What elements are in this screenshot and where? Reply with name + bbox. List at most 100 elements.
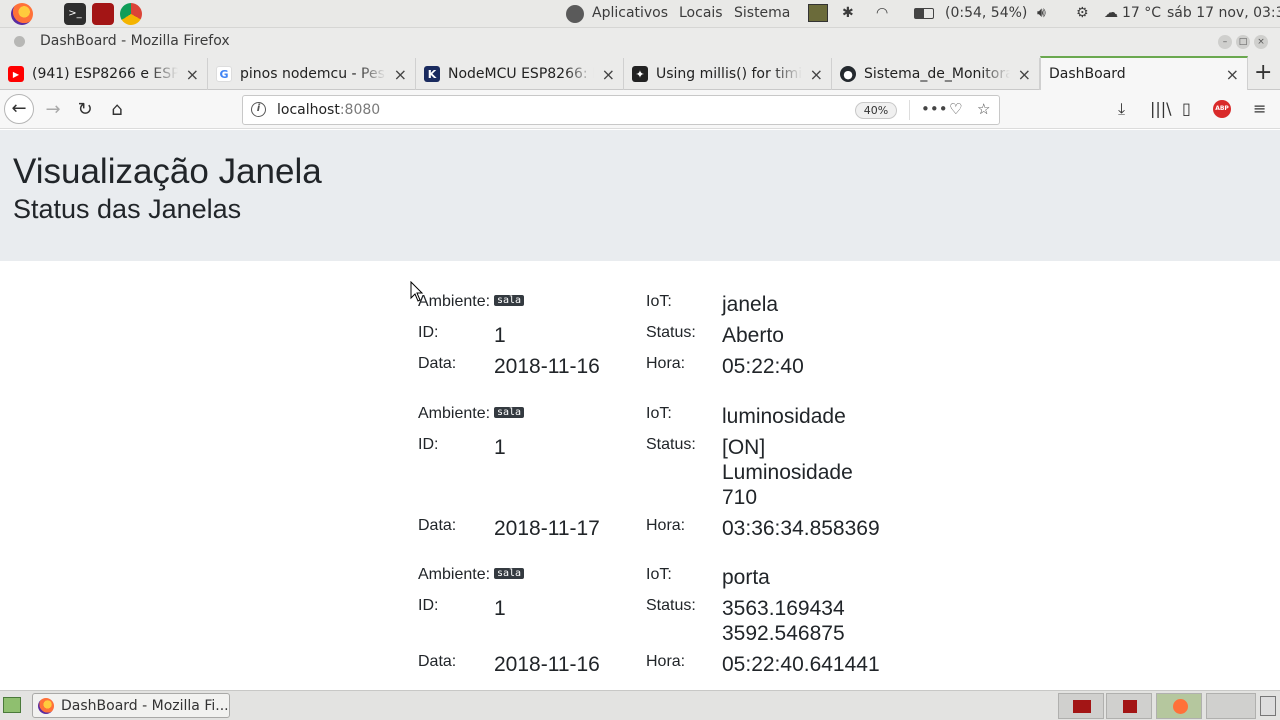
ambiente-badge: sala <box>494 295 525 306</box>
pocket-icon[interactable]: ♡ <box>949 100 962 118</box>
page-actions-icon[interactable]: ••• <box>921 100 948 118</box>
hora-label: Hora: <box>646 517 686 534</box>
chrome-launcher-icon[interactable] <box>120 3 142 25</box>
sidebar-icon[interactable]: ▯ <box>1182 99 1191 118</box>
workspace-4[interactable] <box>1206 693 1256 719</box>
menu-sistema[interactable]: Sistema <box>734 5 790 21</box>
ambiente-badge: sala <box>494 407 525 418</box>
close-tab-icon[interactable]: × <box>810 65 823 84</box>
terminal-launcher-icon[interactable]: >_ <box>64 3 86 25</box>
site-info-icon[interactable]: i <box>251 102 266 117</box>
puzzle-icon: ✦ <box>632 66 648 82</box>
ubuntu-logo-icon <box>566 5 584 23</box>
zoom-level-button[interactable]: 40% <box>855 102 897 119</box>
data-label: Data: <box>418 517 457 534</box>
menu-aplicativos[interactable]: Aplicativos <box>592 5 668 21</box>
window-title: DashBoard - Mozilla Firefox <box>40 33 230 49</box>
adblock-plus-icon[interactable]: ABP <box>1213 100 1231 118</box>
close-tab-icon[interactable]: × <box>602 65 615 84</box>
app-launcher-icon[interactable] <box>92 3 114 25</box>
workspace-app-icon <box>1123 700 1137 713</box>
taskbar-window-label: DashBoard - Mozilla Fi... <box>61 697 229 714</box>
bookmark-star-icon[interactable]: ☆ <box>977 100 990 118</box>
workspace-2[interactable] <box>1106 693 1152 719</box>
close-tab-icon[interactable]: × <box>1018 65 1031 84</box>
data-label: Data: <box>418 355 457 372</box>
workspace-app-icon <box>1073 700 1091 713</box>
menu-locais[interactable]: Locais <box>679 5 723 21</box>
reload-icon[interactable]: ↻ <box>71 96 99 124</box>
forward-icon[interactable]: → <box>39 96 67 124</box>
clock[interactable]: sáb 17 nov, 03:36 <box>1167 5 1280 21</box>
data-value: 2018-11-17 <box>494 517 600 540</box>
status-value-line: Luminosidade <box>722 461 853 484</box>
back-icon[interactable]: ← <box>4 94 34 124</box>
status-value-line: 710 <box>722 486 758 509</box>
window-menu-icon[interactable] <box>14 36 25 47</box>
page-title: Visualização Janela <box>13 152 322 191</box>
hora-value: 03:36:34.858369 <box>722 517 880 540</box>
firefox-icon <box>38 698 54 714</box>
iot-value: luminosidade <box>722 405 846 428</box>
os-top-panel: >_ Aplicativos Locais Sistema ✱ ◠ (0:54,… <box>0 0 1280 28</box>
weather-temperature: 17 °C <box>1122 5 1162 21</box>
tab-github[interactable]: ● Sistema_de_Monitora × <box>832 58 1040 90</box>
url-host: localhost <box>277 102 340 118</box>
trash-icon[interactable] <box>1260 696 1276 716</box>
iot-label: IoT: <box>646 405 672 422</box>
close-window-icon[interactable]: × <box>1254 35 1268 49</box>
data-label: Data: <box>418 653 457 670</box>
show-desktop-icon[interactable] <box>3 697 21 713</box>
tab-youtube[interactable]: ▶ (941) ESP8266 e ESP32 × <box>0 58 208 90</box>
tab-label: pinos nodemcu - Pesq <box>240 66 386 82</box>
settings-gear-icon[interactable]: ⚙ <box>1076 5 1089 21</box>
tab-millis[interactable]: ✦ Using millis() for timin × <box>624 58 832 90</box>
youtube-icon: ▶ <box>8 66 24 82</box>
status-value-line: 3592.546875 <box>722 622 845 645</box>
iot-value: janela <box>722 293 779 316</box>
os-taskbar: DashBoard - Mozilla Fi... <box>0 690 1280 720</box>
bluetooth-icon[interactable]: ✱ <box>842 5 854 21</box>
firefox-launcher-icon[interactable] <box>11 3 33 25</box>
menu-hamburger-icon[interactable]: ≡ <box>1253 99 1266 118</box>
tab-label: NodeMCU ESP8266: D <box>448 66 594 82</box>
wifi-icon[interactable]: ◠ <box>876 5 888 21</box>
github-icon: ● <box>840 66 856 82</box>
screen-indicator-icon[interactable] <box>808 4 828 22</box>
new-tab-icon[interactable]: + <box>1254 60 1272 85</box>
tab-dashboard[interactable]: DashBoard × <box>1040 56 1248 90</box>
tab-google[interactable]: G pinos nodemcu - Pesq × <box>208 58 416 90</box>
workspace-1[interactable] <box>1058 693 1104 719</box>
record-card: Ambiente: sala IoT: porta ID: 1 Status: … <box>418 565 898 685</box>
hora-value: 05:22:40.641441 <box>722 653 880 676</box>
close-tab-icon[interactable]: × <box>186 65 199 84</box>
close-tab-icon[interactable]: × <box>1226 65 1239 84</box>
tab-label: DashBoard <box>1049 66 1126 82</box>
ambiente-label: Ambiente: <box>418 405 491 422</box>
maximize-icon[interactable]: □ <box>1236 35 1250 49</box>
url-bar[interactable]: i localhost:8080 40% ••• ♡ ☆ <box>242 95 1000 125</box>
volume-icon[interactable]: 🔊︎ <box>1037 5 1046 21</box>
workspace-app-icon <box>1173 699 1188 714</box>
downloads-icon[interactable]: ⤓ <box>1118 99 1125 119</box>
id-value: 1 <box>494 597 506 620</box>
navigation-toolbar: ← → ↻ ⌂ i localhost:8080 40% ••• ♡ ☆ ⤓ |… <box>0 90 1280 129</box>
iot-label: IoT: <box>646 293 672 310</box>
data-value: 2018-11-16 <box>494 355 600 378</box>
k-icon: K <box>424 66 440 82</box>
status-value: Aberto <box>722 324 784 347</box>
ambiente-label: Ambiente: <box>418 293 491 310</box>
url-text[interactable]: localhost:8080 <box>277 102 380 118</box>
close-tab-icon[interactable]: × <box>394 65 407 84</box>
page-header: Visualização Janela Status das Janelas <box>0 130 1280 261</box>
window-titlebar: DashBoard - Mozilla Firefox – □ × <box>0 28 1280 56</box>
tab-nodemcu[interactable]: K NodeMCU ESP8266: D × <box>416 58 624 90</box>
library-icon[interactable]: |||\ <box>1150 99 1172 118</box>
workspace-3[interactable] <box>1156 693 1202 719</box>
home-icon[interactable]: ⌂ <box>103 96 131 124</box>
google-icon: G <box>216 66 232 82</box>
hora-value: 05:22:40 <box>722 355 804 378</box>
battery-icon[interactable] <box>914 8 934 19</box>
minimize-icon[interactable]: – <box>1218 35 1232 49</box>
taskbar-window-firefox[interactable]: DashBoard - Mozilla Fi... <box>32 693 230 718</box>
